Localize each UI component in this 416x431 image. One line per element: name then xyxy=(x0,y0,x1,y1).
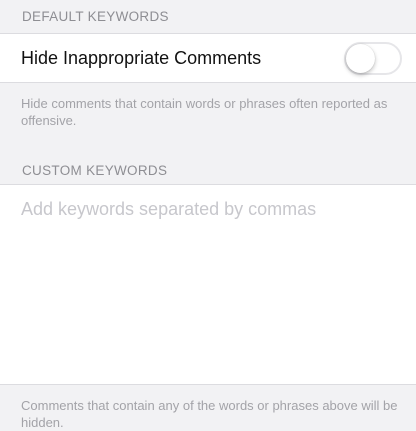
default-keywords-footer: Hide comments that contain words or phra… xyxy=(21,96,388,128)
custom-keywords-footer: Comments that contain any of the words o… xyxy=(21,398,398,430)
custom-keywords-input[interactable] xyxy=(21,199,391,220)
custom-keywords-field-container[interactable] xyxy=(0,184,416,385)
toggle-knob xyxy=(346,44,375,73)
hide-inappropriate-comments-row: Hide Inappropriate Comments xyxy=(0,33,416,83)
default-keywords-header: DEFAULT KEYWORDS xyxy=(22,9,169,24)
hide-inappropriate-comments-toggle[interactable] xyxy=(344,42,402,75)
custom-keywords-header: CUSTOM KEYWORDS xyxy=(22,163,168,178)
hide-inappropriate-comments-label: Hide Inappropriate Comments xyxy=(21,48,262,68)
